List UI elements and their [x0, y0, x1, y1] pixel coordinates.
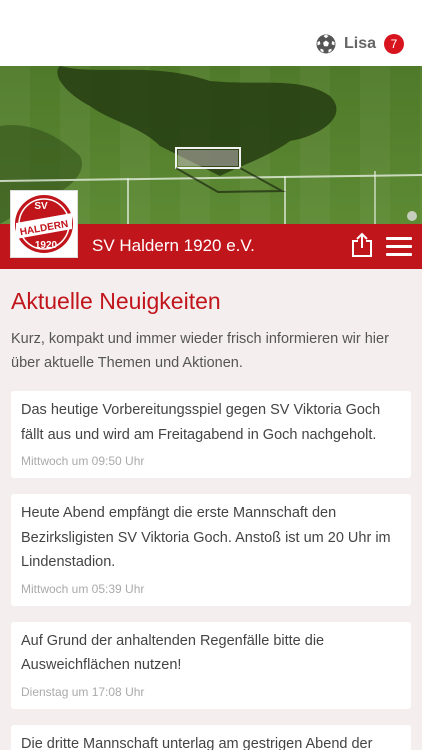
page-title: Aktuelle Neuigkeiten	[11, 288, 221, 314]
hamburger-menu-icon[interactable]	[386, 237, 412, 257]
news-item[interactable]: Die dritte Mannschaft unterlag am gestri…	[11, 724, 411, 750]
intro-text: Kurz, kompakt und immer wieder frisch in…	[11, 331, 389, 371]
news-time: Dienstag um 17:08 Uhr	[21, 684, 145, 699]
news-text: Das heutige Vorbereitungsspiel gegen SV …	[21, 402, 381, 443]
news-text: Heute Abend empfängt die erste Mannschaf…	[21, 505, 391, 570]
share-icon[interactable]	[350, 232, 374, 258]
news-item[interactable]: Auf Grund der anhaltenden Regenfälle bit…	[11, 621, 411, 709]
club-name: SV Haldern 1920 e.V.	[92, 236, 255, 255]
user-name: Lisa	[343, 35, 376, 52]
soccer-ball-icon	[316, 34, 336, 54]
logo-text-top: SV	[34, 201, 48, 212]
club-bar: SV HALDERN 1920 SV Haldern 1920 e.V.	[0, 190, 422, 269]
news-time: Mittwoch um 05:39 Uhr	[21, 581, 145, 596]
news-text: Die dritte Mannschaft unterlag am gestri…	[21, 735, 373, 750]
notification-badge[interactable]: 7	[384, 34, 404, 54]
news-time: Mittwoch um 09:50 Uhr	[21, 454, 145, 468]
top-bar: Lisa 7	[0, 0, 422, 66]
logo-text-bottom: 1920	[35, 240, 58, 251]
club-logo[interactable]: SV HALDERN 1920	[10, 190, 78, 258]
news-item[interactable]: Das heutige Vorbereitungsspiel gegen SV …	[11, 391, 411, 478]
user-account[interactable]: Lisa 7	[316, 32, 404, 56]
news-item[interactable]: Heute Abend empfängt die erste Mannschaf…	[11, 494, 411, 606]
news-section: Aktuelle Neuigkeiten Kurz, kompakt und i…	[0, 269, 422, 750]
news-text: Auf Grund der anhaltenden Regenfälle bit…	[21, 632, 325, 674]
